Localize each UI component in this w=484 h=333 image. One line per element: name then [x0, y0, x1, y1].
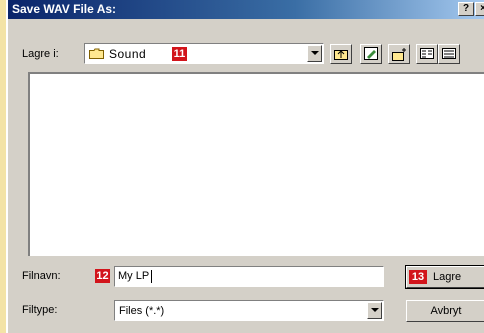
save-dialog: Save WAV File As: ? × Lagre i: Sound 11 — [6, 0, 484, 333]
desktop-button[interactable] — [360, 44, 382, 64]
help-button[interactable]: ? — [458, 2, 474, 16]
close-button[interactable]: × — [475, 2, 484, 16]
filename-value: My LP — [118, 270, 150, 282]
filetype-value: Files (*.*) — [119, 305, 165, 317]
details-view-button[interactable] — [438, 44, 460, 64]
filetype-dropdown[interactable]: Files (*.*) — [114, 300, 384, 321]
file-list[interactable] — [28, 72, 484, 256]
new-folder-icon — [392, 47, 407, 64]
filetype-label: Filtype: — [22, 304, 58, 316]
save-button[interactable]: 13 Lagre — [405, 265, 484, 289]
callout-badge-11: 11 — [172, 47, 187, 61]
save-in-label: Lagre i: — [22, 48, 59, 60]
new-folder-button[interactable] — [388, 44, 410, 64]
text-cursor — [151, 270, 152, 283]
save-in-value: Sound — [109, 47, 147, 61]
list-view-button[interactable] — [416, 44, 438, 64]
desktop-icon — [364, 47, 379, 64]
cancel-button[interactable]: Avbryt — [406, 300, 484, 322]
save-button-label: Lagre — [433, 271, 462, 283]
details-view-icon — [442, 48, 457, 63]
folder-icon — [89, 48, 104, 59]
filename-label: Filnavn: — [22, 270, 61, 282]
save-in-dropdown[interactable]: Sound 11 — [84, 43, 324, 64]
callout-badge-12: 12 — [95, 269, 110, 283]
title-bar[interactable]: Save WAV File As: ? × — [8, 0, 484, 19]
chevron-down-icon[interactable] — [307, 45, 322, 62]
callout-badge-13: 13 — [409, 270, 427, 284]
window-title: Save WAV File As: — [12, 2, 117, 16]
list-view-icon — [420, 48, 435, 63]
chevron-down-icon[interactable] — [367, 302, 382, 319]
up-one-level-icon — [334, 47, 349, 64]
filename-input[interactable]: My LP — [114, 266, 384, 287]
up-one-level-button[interactable] — [330, 44, 352, 64]
